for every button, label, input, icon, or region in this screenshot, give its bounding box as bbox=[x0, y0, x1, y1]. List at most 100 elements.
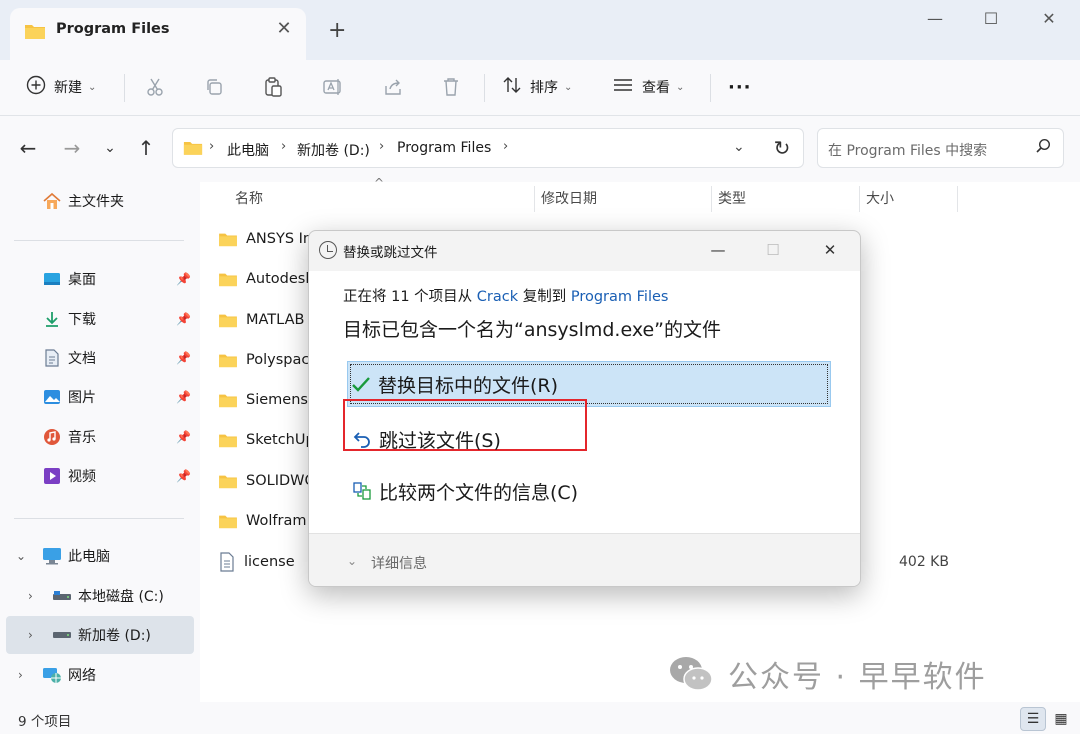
dialog-close-button[interactable]: ✕ bbox=[815, 237, 845, 263]
file-name: license bbox=[244, 554, 295, 570]
sidebar-item-music[interactable]: 音乐 📌 bbox=[0, 418, 196, 456]
share-icon[interactable] bbox=[380, 74, 406, 100]
search-box[interactable]: 在 Program Files 中搜索 bbox=[817, 128, 1064, 168]
sidebar-item-this-pc[interactable]: ⌄ 此电脑 bbox=[0, 537, 196, 575]
list-item[interactable]: Siemens bbox=[218, 380, 308, 420]
tiles-view-icon[interactable]: ▦ bbox=[1048, 707, 1074, 731]
sidebar-item-desktop[interactable]: 桌面 📌 bbox=[0, 260, 196, 298]
column-separator[interactable] bbox=[859, 186, 860, 212]
new-tab-button[interactable]: + bbox=[328, 18, 346, 43]
sidebar-item-label: 本地磁盘 (C:) bbox=[78, 589, 164, 605]
column-header-type[interactable]: 类型 bbox=[718, 188, 746, 208]
source-folder-link[interactable]: Crack bbox=[477, 289, 518, 305]
expand-chevron-icon[interactable]: › bbox=[28, 589, 33, 603]
divider bbox=[484, 74, 485, 102]
music-icon bbox=[42, 427, 62, 447]
address-bar[interactable]: › 此电脑 › 新加卷 (D:) › Program Files › ⌄ bbox=[172, 128, 804, 168]
compare-icon bbox=[349, 481, 375, 501]
column-separator[interactable] bbox=[711, 186, 712, 212]
tab-close-icon[interactable]: ✕ bbox=[273, 18, 295, 39]
divider bbox=[710, 74, 711, 102]
pin-icon[interactable]: 📌 bbox=[176, 272, 191, 286]
list-item[interactable]: MATLAB bbox=[218, 300, 304, 340]
checkmark-icon bbox=[348, 375, 374, 393]
network-icon bbox=[42, 665, 62, 685]
list-item[interactable]: Polyspace bbox=[218, 340, 318, 380]
skip-file-option[interactable]: 跳过该文件(S) bbox=[349, 416, 833, 462]
sort-button[interactable]: 排序 ⌄ bbox=[502, 74, 572, 100]
breadcrumb-drive-d[interactable]: 新加卷 (D:) bbox=[297, 140, 370, 160]
list-item[interactable]: SketchUp bbox=[218, 420, 315, 460]
list-item[interactable]: SOLIDWO bbox=[218, 461, 316, 501]
column-header-name[interactable]: 名称 bbox=[235, 188, 263, 208]
view-icon bbox=[612, 77, 634, 97]
minimize-button[interactable]: — bbox=[912, 6, 958, 36]
list-item[interactable]: ANSYS In bbox=[218, 219, 312, 259]
close-window-button[interactable]: ✕ bbox=[1026, 6, 1072, 36]
refresh-icon[interactable]: ↻ bbox=[768, 136, 796, 160]
sidebar-item-drive-d[interactable]: › 新加卷 (D:) bbox=[6, 616, 194, 654]
recent-locations-chevron-icon[interactable]: ⌄ bbox=[96, 140, 124, 156]
list-item[interactable]: Wolfram bbox=[218, 501, 306, 541]
breadcrumb-this-pc[interactable]: 此电脑 bbox=[227, 140, 269, 160]
sidebar-item-label: 新加卷 (D:) bbox=[78, 628, 151, 644]
search-icon[interactable] bbox=[1035, 138, 1051, 158]
file-name: SOLIDWO bbox=[246, 473, 316, 489]
navigation-pane: 主文件夹 桌面 📌 下载 📌 文档 📌 图片 📌 音乐 📌 视频 📌 ⌄ 此电脑… bbox=[0, 182, 200, 702]
address-history-chevron-icon[interactable]: ⌄ bbox=[733, 139, 745, 155]
forward-arrow-icon[interactable]: → bbox=[58, 136, 86, 160]
sidebar-item-pictures[interactable]: 图片 📌 bbox=[0, 378, 196, 416]
pin-icon[interactable]: 📌 bbox=[176, 430, 191, 444]
folder-icon bbox=[218, 473, 238, 489]
cut-icon[interactable] bbox=[142, 74, 168, 100]
search-placeholder: 在 Program Files 中搜索 bbox=[828, 143, 988, 159]
list-item[interactable]: Autodesk bbox=[218, 259, 314, 299]
dialog-maximize-button: ☐ bbox=[766, 241, 780, 259]
tab-program-files[interactable]: Program Files ✕ bbox=[10, 8, 306, 60]
tab-title: Program Files bbox=[56, 21, 170, 37]
skip-file-label: 跳过该文件(S) bbox=[379, 429, 501, 452]
column-separator[interactable] bbox=[957, 186, 958, 212]
sidebar-item-documents[interactable]: 文档 📌 bbox=[0, 339, 196, 377]
back-arrow-icon[interactable]: ← bbox=[14, 136, 42, 160]
column-separator[interactable] bbox=[534, 186, 535, 212]
copy-icon[interactable] bbox=[201, 74, 227, 100]
view-button[interactable]: 查看 ⌄ bbox=[612, 74, 684, 100]
sidebar-item-network[interactable]: › 网络 bbox=[0, 656, 196, 694]
file-name: SketchUp bbox=[246, 432, 315, 448]
more-details-toggle[interactable]: 详细信息 bbox=[371, 553, 427, 573]
column-header-modified[interactable]: 修改日期 bbox=[541, 188, 597, 208]
maximize-button[interactable]: ☐ bbox=[968, 6, 1014, 36]
sidebar-item-drive-c[interactable]: › 本地磁盘 (C:) bbox=[0, 577, 196, 615]
pin-icon[interactable]: 📌 bbox=[176, 390, 191, 404]
column-header-size[interactable]: 大小 bbox=[866, 188, 894, 208]
replace-file-label: 替换目标中的文件(R) bbox=[378, 374, 559, 397]
destination-folder-link[interactable]: Program Files bbox=[571, 289, 669, 305]
more-options-button[interactable]: ··· bbox=[728, 74, 752, 100]
expand-chevron-icon[interactable]: › bbox=[28, 628, 33, 642]
sidebar-item-label: 图片 bbox=[68, 390, 96, 406]
plus-circle-icon bbox=[26, 75, 46, 99]
up-arrow-icon[interactable]: ↑ bbox=[132, 136, 160, 160]
dialog-minimize-button[interactable]: — bbox=[703, 237, 733, 263]
pin-icon[interactable]: 📌 bbox=[176, 469, 191, 483]
new-button[interactable]: 新建 ⌄ bbox=[26, 74, 96, 100]
sidebar-item-home[interactable]: 主文件夹 bbox=[0, 182, 196, 220]
pin-icon[interactable]: 📌 bbox=[176, 312, 191, 326]
list-item[interactable]: license bbox=[218, 542, 295, 582]
folder-icon bbox=[24, 22, 46, 44]
expand-chevron-icon[interactable]: › bbox=[18, 668, 23, 682]
delete-icon[interactable] bbox=[438, 74, 464, 100]
pin-icon[interactable]: 📌 bbox=[176, 351, 191, 365]
rename-icon[interactable] bbox=[320, 74, 346, 100]
compare-files-option[interactable]: 比较两个文件的信息(C) bbox=[349, 468, 833, 514]
breadcrumb-program-files[interactable]: Program Files bbox=[397, 140, 491, 156]
paste-icon[interactable] bbox=[260, 74, 286, 100]
chevron-down-icon[interactable]: ⌄ bbox=[347, 554, 357, 568]
expand-chevron-icon[interactable]: ⌄ bbox=[16, 549, 26, 563]
sidebar-item-videos[interactable]: 视频 📌 bbox=[0, 457, 196, 495]
drive-icon bbox=[52, 625, 72, 645]
sidebar-item-downloads[interactable]: 下载 📌 bbox=[0, 300, 196, 338]
chevron-down-icon: ⌄ bbox=[676, 81, 685, 93]
details-view-icon[interactable]: ☰ bbox=[1020, 707, 1046, 731]
